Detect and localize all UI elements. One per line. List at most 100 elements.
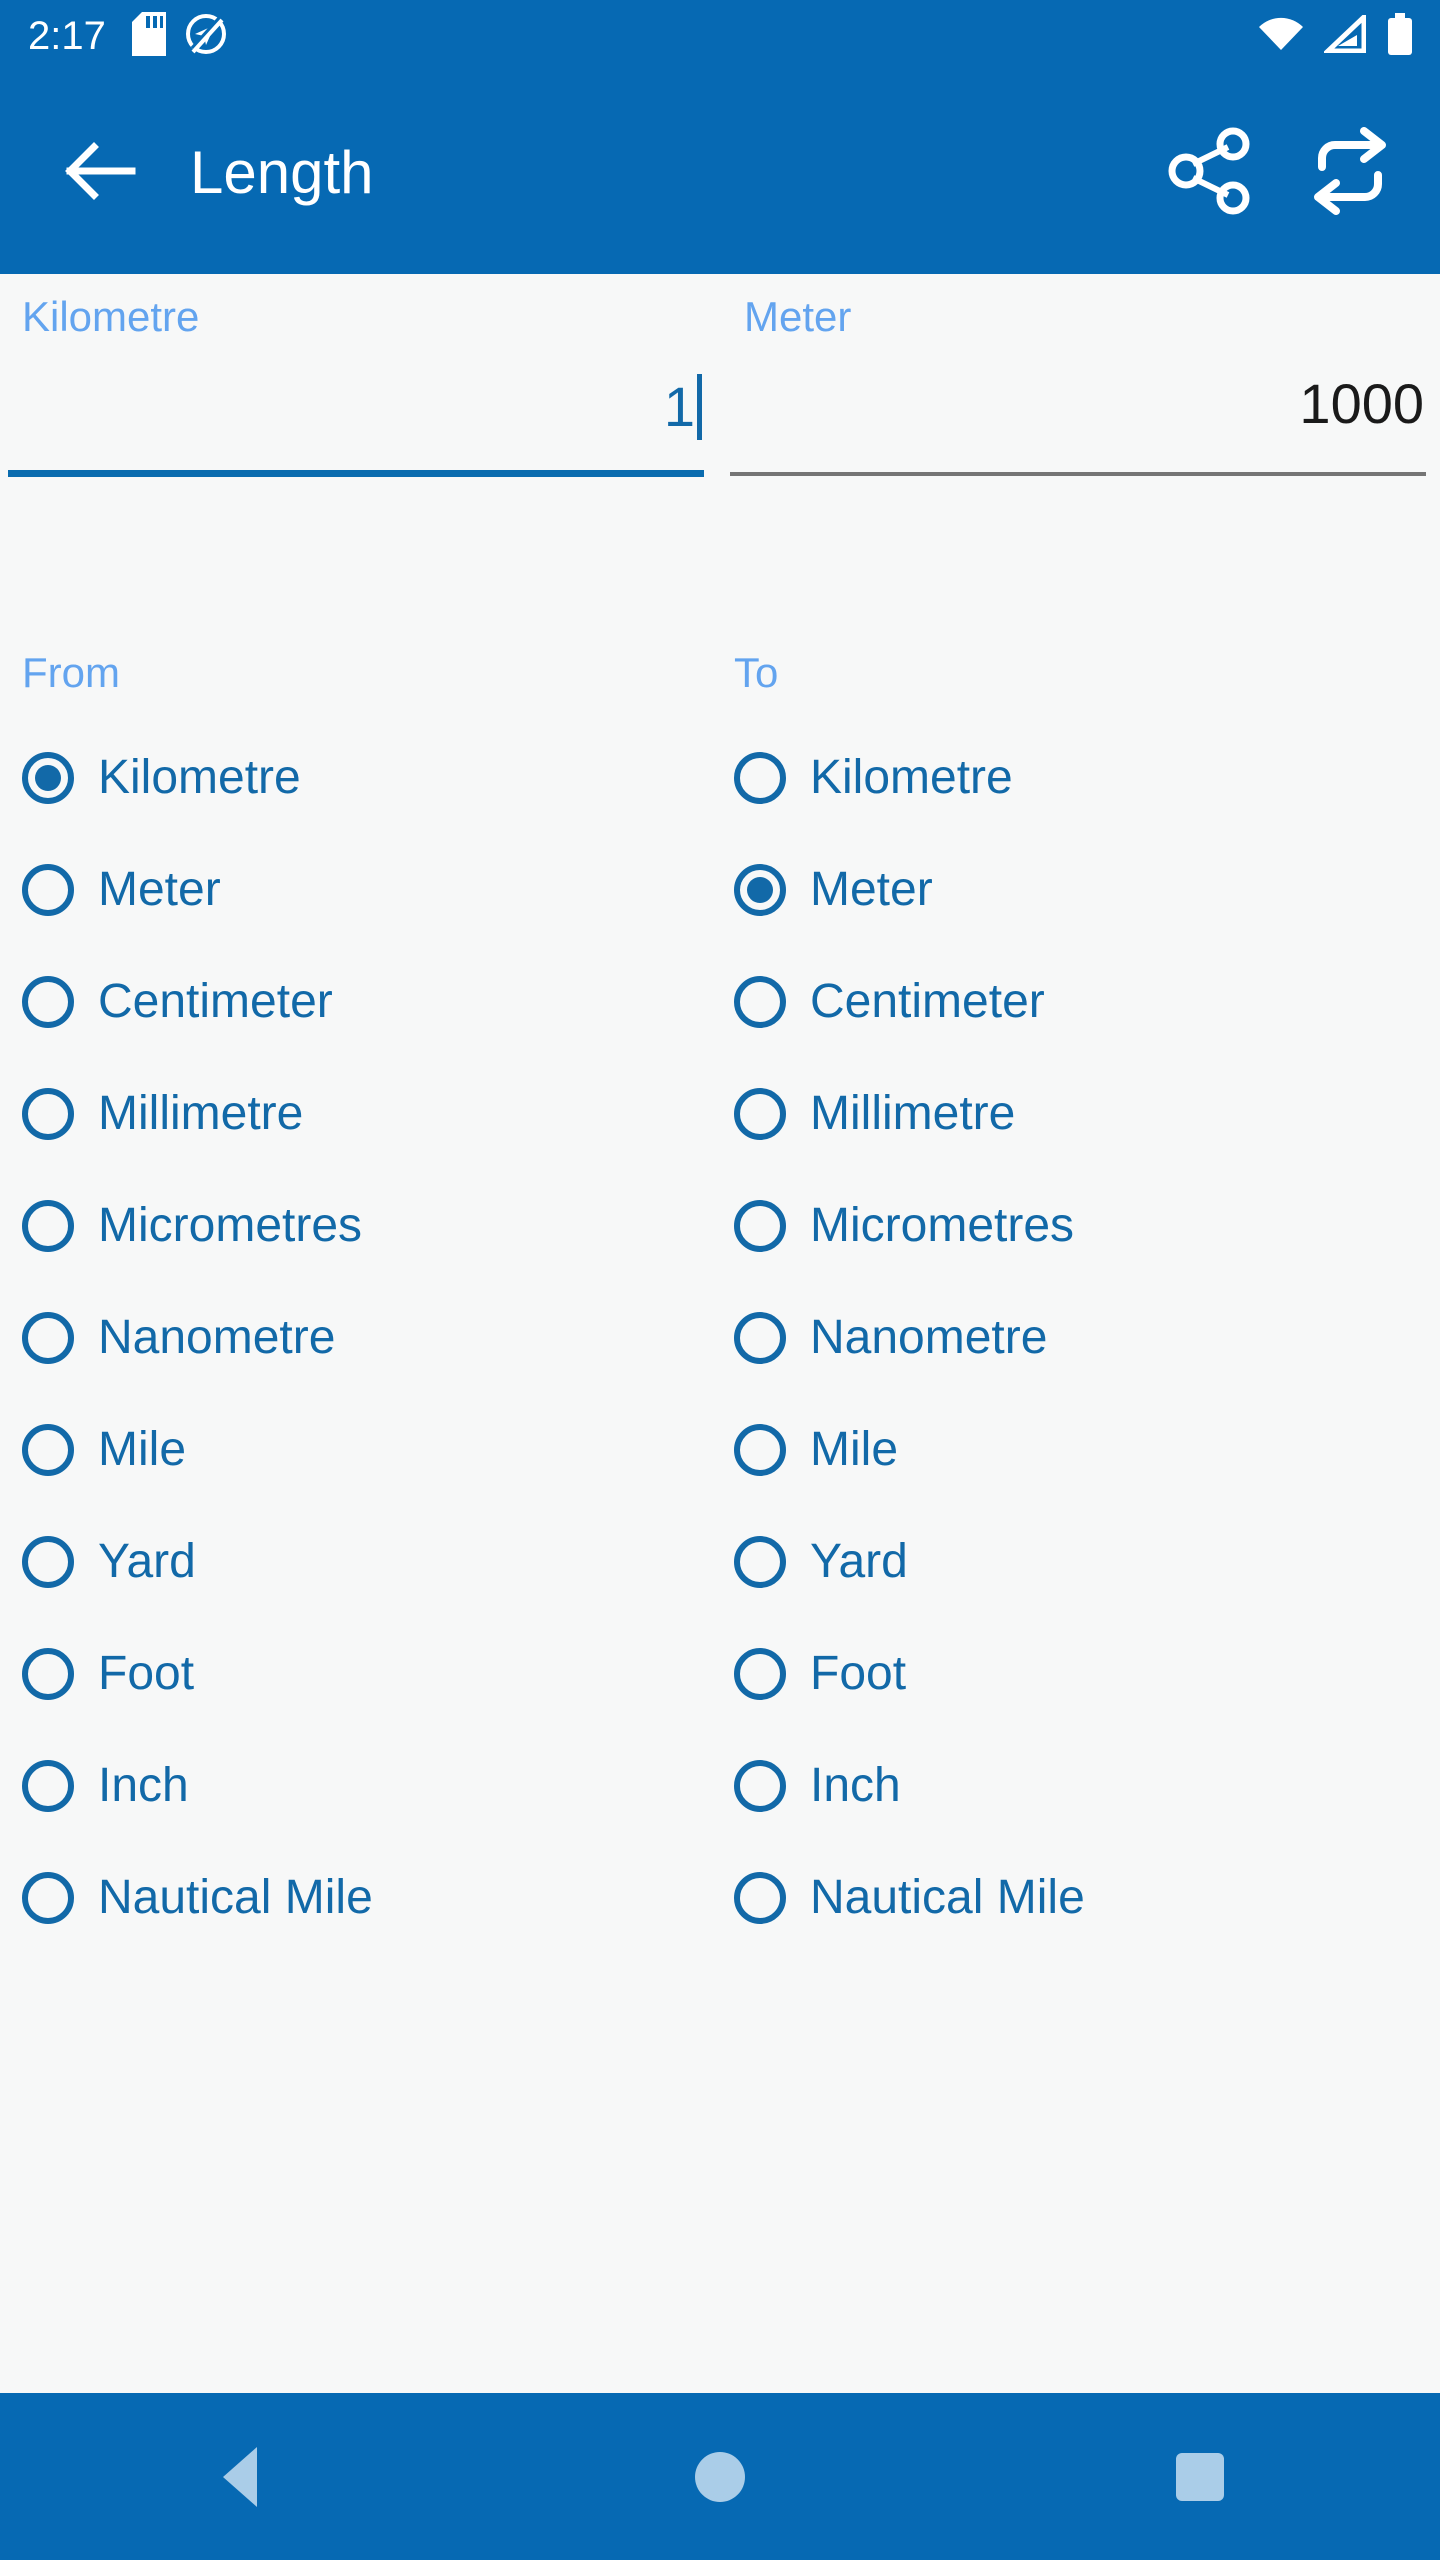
nav-home-button[interactable] <box>640 2393 800 2560</box>
sd-card-icon <box>131 11 166 61</box>
radio-selected-icon[interactable] <box>734 864 786 916</box>
radio-unselected-icon[interactable] <box>734 1648 786 1700</box>
radio-label: Centimeter <box>98 975 333 1028</box>
radio-row-to-kilometre[interactable]: Kilometre <box>712 722 1424 834</box>
nav-back-button[interactable] <box>160 2393 320 2560</box>
conversion-inputs: Kilometre 1 Meter 1000 <box>0 274 1440 504</box>
radio-row-to-inch[interactable]: Inch <box>712 1730 1424 1842</box>
radio-unselected-icon[interactable] <box>22 1760 74 1812</box>
radio-label: Nautical Mile <box>810 1871 1085 1924</box>
status-right-icons <box>1258 0 1414 72</box>
radio-label: Mile <box>810 1423 899 1476</box>
radio-row-from-micrometres[interactable]: Micrometres <box>0 1170 712 1282</box>
swap-units-button[interactable] <box>1302 125 1398 221</box>
cell-signal-icon <box>1321 10 1367 58</box>
radio-unselected-icon[interactable] <box>22 1200 74 1252</box>
radio-unselected-icon[interactable] <box>22 1648 74 1700</box>
nav-home-icon <box>695 2451 745 2502</box>
radio-unselected-icon[interactable] <box>734 1872 786 1924</box>
radio-row-to-nanometre[interactable]: Nanometre <box>712 1282 1424 1394</box>
radio-row-to-centimeter[interactable]: Centimeter <box>712 946 1424 1058</box>
radio-row-from-foot[interactable]: Foot <box>0 1618 712 1730</box>
radio-unselected-icon[interactable] <box>734 1312 786 1364</box>
radio-row-from-yard[interactable]: Yard <box>0 1506 712 1618</box>
radio-unselected-icon[interactable] <box>734 1424 786 1476</box>
radio-row-to-micrometres[interactable]: Micrometres <box>712 1170 1424 1282</box>
radio-row-to-yard[interactable]: Yard <box>712 1506 1424 1618</box>
wifi-icon <box>1258 16 1304 57</box>
from-column-heading: From <box>22 649 120 696</box>
source-field-underline <box>8 470 704 477</box>
radio-row-to-nautical-mile[interactable]: Nautical Mile <box>712 1842 1424 1954</box>
target-field-group: Meter 1000 <box>730 274 1440 504</box>
nav-back-icon <box>223 2446 257 2507</box>
swap-icon <box>1306 126 1394 220</box>
radio-unselected-icon[interactable] <box>734 1536 786 1588</box>
radio-unselected-icon[interactable] <box>734 1088 786 1140</box>
to-unit-radio-group: Kilometre Meter Centimeter Millimetre Microm… <box>712 722 1424 1954</box>
radio-unselected-icon[interactable] <box>22 1872 74 1924</box>
nav-recents-button[interactable] <box>1120 2393 1280 2560</box>
radio-label: Micrometres <box>98 1199 363 1252</box>
app-bar: Length <box>0 72 1440 274</box>
battery-icon <box>1386 12 1414 60</box>
android-navigation-bar <box>0 2393 1440 2560</box>
radio-label: Nanometre <box>810 1311 1048 1364</box>
radio-unselected-icon[interactable] <box>22 864 74 916</box>
radio-label: Millimetre <box>98 1087 304 1140</box>
radio-label: Meter <box>98 863 221 916</box>
nav-recents-icon <box>1176 2452 1224 2501</box>
radio-label: Nautical Mile <box>98 1871 373 1924</box>
radio-row-from-nanometre[interactable]: Nanometre <box>0 1282 712 1394</box>
from-unit-radio-group: Kilometre Meter Centimeter Millimetre Microm… <box>0 722 712 1954</box>
radio-row-from-millimetre[interactable]: Millimetre <box>0 1058 712 1170</box>
radio-label: Kilometre <box>98 751 301 804</box>
radio-row-from-nautical-mile[interactable]: Nautical Mile <box>0 1842 712 1954</box>
radio-unselected-icon[interactable] <box>22 1088 74 1140</box>
radio-label: Nanometre <box>98 1311 336 1364</box>
radio-row-to-meter[interactable]: Meter <box>712 834 1424 946</box>
radio-unselected-icon[interactable] <box>22 976 74 1028</box>
status-bar: 2:17 <box>0 0 1440 72</box>
radio-unselected-icon[interactable] <box>22 1312 74 1364</box>
share-button[interactable] <box>1162 125 1258 221</box>
text-cursor <box>697 374 702 440</box>
radio-label: Centimeter <box>810 975 1045 1028</box>
radio-unselected-icon[interactable] <box>734 752 786 804</box>
radio-row-from-mile[interactable]: Mile <box>0 1394 712 1506</box>
radio-row-to-foot[interactable]: Foot <box>712 1618 1424 1730</box>
source-unit-label: Kilometre <box>22 293 200 340</box>
radio-row-to-millimetre[interactable]: Millimetre <box>712 1058 1424 1170</box>
to-column-heading: To <box>734 649 779 696</box>
radio-label: Yard <box>98 1535 196 1588</box>
source-field-group: Kilometre 1 <box>8 274 718 504</box>
radio-unselected-icon[interactable] <box>22 1536 74 1588</box>
radio-label: Micrometres <box>810 1199 1075 1252</box>
radio-row-from-centimeter[interactable]: Centimeter <box>0 946 712 1058</box>
status-clock: 2:17 <box>28 14 106 58</box>
converter-content: Kilometre 1 Meter 1000 From To Kilometre… <box>0 274 1440 2393</box>
arrow-left-icon <box>64 141 136 205</box>
target-value-input[interactable]: 1000 <box>730 374 1424 434</box>
radio-label: Foot <box>810 1647 907 1700</box>
back-button[interactable] <box>52 125 148 221</box>
source-value-text: 1 <box>663 375 695 438</box>
radio-unselected-icon[interactable] <box>734 976 786 1028</box>
radio-label: Mile <box>98 1423 187 1476</box>
radio-unselected-icon[interactable] <box>734 1200 786 1252</box>
radio-row-from-kilometre[interactable]: Kilometre <box>0 722 712 834</box>
radio-row-to-mile[interactable]: Mile <box>712 1394 1424 1506</box>
radio-row-from-inch[interactable]: Inch <box>0 1730 712 1842</box>
radio-label: Foot <box>98 1647 195 1700</box>
radio-label: Kilometre <box>810 751 1013 804</box>
source-value-input[interactable]: 1 <box>8 374 702 440</box>
radio-label: Millimetre <box>810 1087 1016 1140</box>
page-title: Length <box>190 139 374 206</box>
target-field-underline <box>730 472 1426 476</box>
radio-selected-icon[interactable] <box>22 752 74 804</box>
radio-unselected-icon[interactable] <box>22 1424 74 1476</box>
radio-label: Yard <box>810 1535 908 1588</box>
share-icon <box>1166 127 1254 220</box>
radio-row-from-meter[interactable]: Meter <box>0 834 712 946</box>
radio-unselected-icon[interactable] <box>734 1760 786 1812</box>
